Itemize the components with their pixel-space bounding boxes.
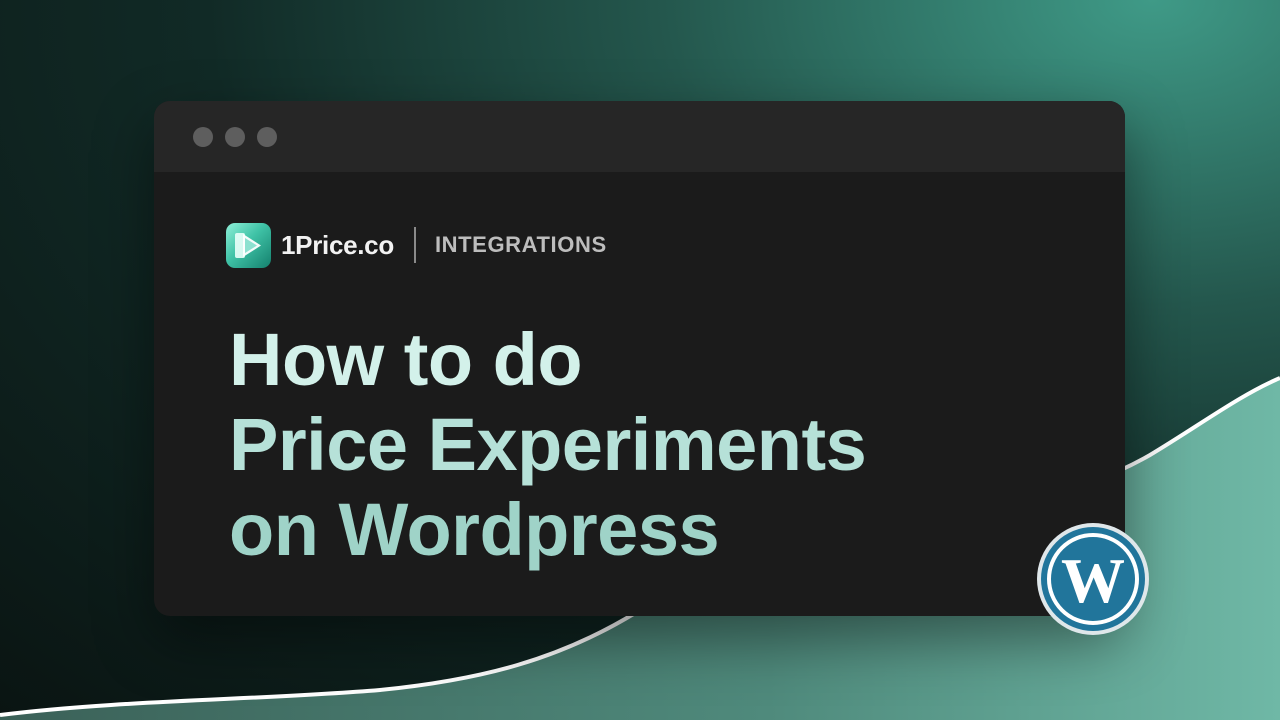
brand-name: 1Price.co bbox=[281, 229, 394, 260]
window-minimize-button[interactable] bbox=[225, 127, 245, 147]
window-close-button[interactable] bbox=[193, 127, 213, 147]
title-line-3: on Wordpress bbox=[229, 488, 720, 571]
title-line-1: How to do bbox=[229, 318, 583, 401]
title-line-2: Price Experiments bbox=[229, 403, 867, 486]
section-label: INTEGRATIONS bbox=[434, 232, 607, 257]
window-maximize-button[interactable] bbox=[257, 127, 277, 147]
wordpress-letter: W bbox=[1061, 545, 1125, 616]
brand-divider bbox=[413, 227, 416, 263]
page-title: How to do Price Experiments on Wordpress bbox=[229, 317, 867, 572]
banner-canvas: 1Price.co INTEGRATIONS How to do Price E… bbox=[0, 0, 1280, 720]
browser-window: 1Price.co INTEGRATIONS How to do Price E… bbox=[154, 101, 1125, 616]
window-titlebar bbox=[154, 101, 1125, 172]
wordpress-icon: W bbox=[1037, 523, 1149, 635]
brand-header: 1Price.co INTEGRATIONS bbox=[226, 222, 607, 268]
play-icon bbox=[226, 222, 271, 268]
